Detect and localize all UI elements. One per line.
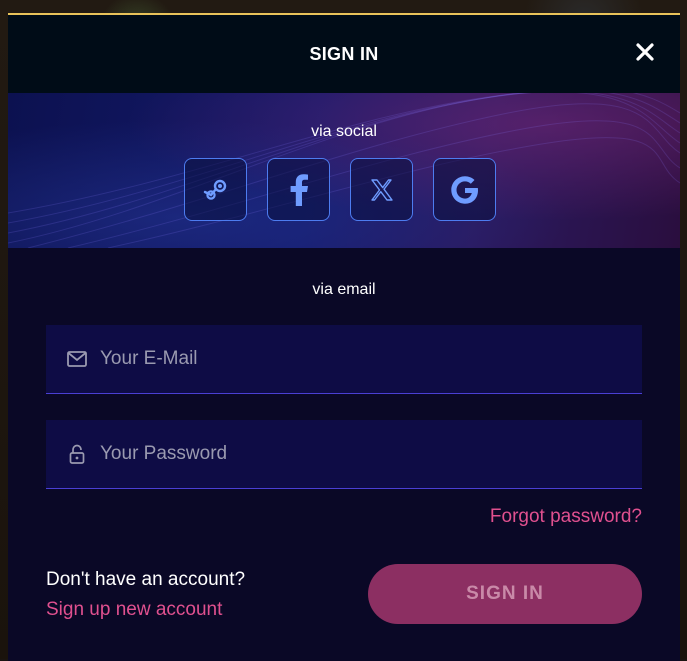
social-buttons [184, 158, 496, 221]
steam-login-button[interactable] [184, 158, 247, 221]
signup-link[interactable]: Sign up new account [46, 599, 222, 621]
sign-in-button[interactable]: SIGN IN [368, 564, 642, 624]
modal-title: SIGN IN [309, 43, 379, 64]
facebook-login-button[interactable] [267, 158, 330, 221]
lock-icon [66, 444, 88, 464]
facebook-icon [290, 173, 308, 206]
close-button[interactable] [634, 41, 656, 63]
social-section: via social [8, 93, 680, 248]
forgot-password-link[interactable]: Forgot password? [490, 506, 642, 528]
email-field-container [46, 325, 642, 394]
email-input[interactable] [98, 347, 622, 371]
google-icon [450, 175, 478, 204]
sign-in-modal: SIGN IN via social via email Your E-Mail… [8, 13, 680, 661]
no-account-text: Don't have an account? [46, 569, 246, 590]
password-field-container [46, 420, 642, 489]
mail-icon [66, 351, 88, 367]
steam-icon [203, 179, 226, 200]
close-icon [636, 43, 654, 61]
modal-header: SIGN IN [8, 15, 680, 93]
x-icon [370, 178, 393, 201]
google-login-button[interactable] [433, 158, 496, 221]
email-section-label: via email [312, 281, 376, 298]
password-input[interactable] [98, 442, 622, 466]
x-login-button[interactable] [350, 158, 413, 221]
social-label: via social [311, 123, 377, 140]
